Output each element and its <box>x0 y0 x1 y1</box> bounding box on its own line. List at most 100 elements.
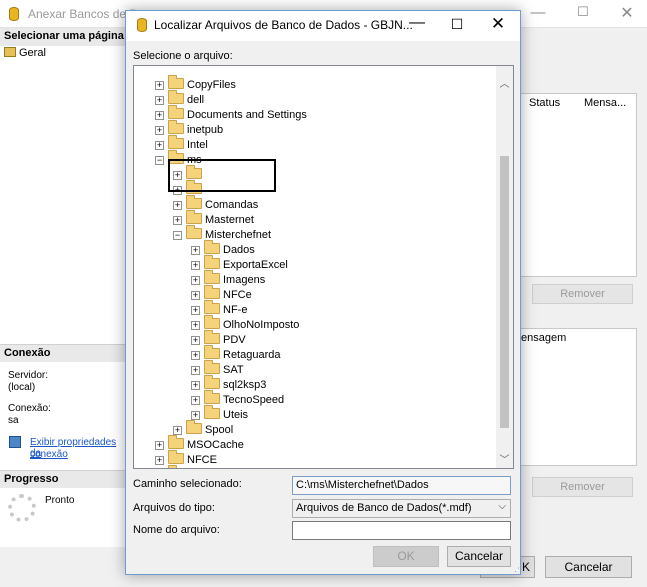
close-icon[interactable]: ✕ <box>487 14 509 34</box>
tree-node-label[interactable]: Spool <box>205 424 233 436</box>
scroll-up-icon[interactable]: ︿ <box>496 75 513 90</box>
expand-icon[interactable]: + <box>155 456 164 465</box>
remove-details-button[interactable]: Remover <box>532 477 633 497</box>
databases-grid[interactable]: Status Mensa... <box>520 93 637 277</box>
details-grid[interactable]: ensagem <box>520 328 637 466</box>
tree-node[interactable]: + dell <box>155 90 204 108</box>
tree-node-label[interactable]: Documents and Settings <box>187 109 307 121</box>
tree-node-label[interactable]: OlhoNoImposto <box>223 319 299 331</box>
tree-node[interactable]: + Uteis <box>191 405 248 423</box>
tree-node-label[interactable]: PDV <box>223 334 246 346</box>
tree-node-label[interactable]: Comandas <box>205 199 258 211</box>
tree-node-label[interactable]: NFCe <box>223 289 252 301</box>
tree-scrollbar-thumb[interactable] <box>500 156 509 428</box>
maximize-icon[interactable]: ☐ <box>446 16 468 33</box>
tree-node-label[interactable]: SAT <box>223 364 244 376</box>
expand-icon[interactable]: + <box>191 411 200 420</box>
folder-tree[interactable]: + CopyFiles + dell + Documents and Settings + i… <box>133 65 514 469</box>
minimize-icon[interactable]: — <box>528 4 548 21</box>
tree-node[interactable]: + Documents and Settings <box>155 105 307 123</box>
expand-icon[interactable]: + <box>191 351 200 360</box>
expand-icon[interactable]: + <box>155 126 164 135</box>
expand-icon[interactable]: + <box>191 276 200 285</box>
progress-spinner-icon <box>8 494 36 522</box>
tree-node-label[interactable]: Retaguarda <box>223 349 281 361</box>
folder-icon <box>204 240 220 254</box>
expand-icon[interactable]: + <box>191 291 200 300</box>
expand-icon[interactable]: + <box>191 366 200 375</box>
maximize-icon[interactable]: ☐ <box>573 4 593 20</box>
expand-icon[interactable]: + <box>173 216 182 225</box>
tree-node-label[interactable]: sql2ksp3 <box>223 379 266 391</box>
tree-node-label[interactable]: inetpub <box>187 124 223 136</box>
remove-database-button[interactable]: Remover <box>532 284 633 304</box>
tree-node-label[interactable]: MSOCache <box>187 439 244 451</box>
tree-node[interactable]: +--NFCE <box>168 465 177 468</box>
expand-icon[interactable]: + <box>173 201 182 210</box>
expand-icon[interactable]: + <box>191 321 200 330</box>
expand-icon[interactable]: + <box>173 426 182 435</box>
locate-database-files-dialog: Localizar Arquivos de Banco de Dados - G… <box>125 10 521 577</box>
tree-node-label[interactable]: TecnoSpeed <box>223 394 284 406</box>
expand-icon[interactable]: + <box>191 396 200 405</box>
tree-node[interactable]: + SAT <box>191 360 244 378</box>
background-cancel-button[interactable]: Cancelar <box>545 556 632 578</box>
expand-icon[interactable]: + <box>191 261 200 270</box>
folder-icon <box>186 210 202 224</box>
collapse-icon[interactable]: − <box>173 231 182 240</box>
tree-node-label[interactable]: dell <box>187 94 204 106</box>
tree-node[interactable]: + Imagens <box>191 270 265 288</box>
expand-icon[interactable]: + <box>155 111 164 120</box>
expand-icon[interactable]: + <box>191 336 200 345</box>
tree-node-label[interactable]: NFCE <box>187 454 217 466</box>
ok-button[interactable]: OK <box>373 546 439 567</box>
page-item-general[interactable]: Geral <box>4 47 46 59</box>
expand-icon[interactable]: + <box>155 441 164 450</box>
tree-node-label[interactable]: Uteis <box>223 409 248 421</box>
expand-icon[interactable]: + <box>191 306 200 315</box>
tree-node-label[interactable]: Imagens <box>223 274 265 286</box>
expand-icon[interactable]: + <box>191 246 200 255</box>
folder-icon <box>204 300 220 314</box>
tree-node-label[interactable]: NF-e <box>223 304 247 316</box>
tree-node[interactable]: + inetpub <box>155 120 223 138</box>
view-connection-properties-link-cont[interactable]: conexão <box>30 449 68 460</box>
tree-node-label[interactable]: Intel <box>187 139 208 151</box>
folder-icon <box>204 390 220 404</box>
tree-node[interactable]: + NFCE <box>155 450 217 468</box>
tree-node[interactable]: + Spool <box>173 420 233 438</box>
expand-icon[interactable]: + <box>155 141 164 150</box>
grid-column-status[interactable]: Status <box>529 97 560 109</box>
tree-node-label[interactable]: Dados <box>223 244 255 256</box>
grid-column-message[interactable]: Mensa... <box>584 97 626 109</box>
file-name-input[interactable] <box>292 521 511 540</box>
collapse-icon[interactable]: − <box>155 156 164 165</box>
tree-node-label[interactable]: Masternet <box>205 214 254 226</box>
expand-icon[interactable]: + <box>155 81 164 90</box>
cancel-button[interactable]: Cancelar <box>447 546 511 567</box>
file-type-select[interactable]: Arquivos de Banco de Dados(*.mdf) ⌵ <box>292 499 511 518</box>
scroll-down-icon[interactable]: ﹀ <box>496 451 513 466</box>
tree-node-label[interactable]: Misterchefnet <box>205 229 271 241</box>
tree-node[interactable]: + NFCe <box>191 285 252 303</box>
tree-node[interactable]: + sql2ksp3 <box>191 375 266 393</box>
folder-icon <box>204 285 220 299</box>
tree-node[interactable]: + Intel <box>155 135 208 153</box>
expand-icon[interactable]: + <box>155 96 164 105</box>
close-icon[interactable]: ✕ <box>617 3 637 23</box>
expand-icon[interactable]: + <box>191 381 200 390</box>
selected-path-field[interactable]: C:\ms\Misterchefnet\Dados <box>292 476 511 495</box>
file-type-label: Arquivos do tipo: <box>133 502 215 514</box>
tree-node[interactable]: + Dados <box>191 240 255 258</box>
tree-node[interactable]: + PDV <box>191 330 246 348</box>
tree-node[interactable]: + NF-e <box>191 300 247 318</box>
folder-icon <box>186 420 202 434</box>
minimize-icon[interactable]: — <box>406 14 428 32</box>
folder-icon <box>204 405 220 419</box>
background-ok-label: K <box>521 560 530 574</box>
tree-node-label[interactable]: ExportaExcel <box>223 259 288 271</box>
folder-icon <box>204 315 220 329</box>
tree-node[interactable]: − Misterchefnet <box>173 225 271 243</box>
tree-node-label[interactable]: CopyFiles <box>187 79 236 91</box>
resize-grip-icon[interactable]: ⋰ <box>511 566 520 577</box>
